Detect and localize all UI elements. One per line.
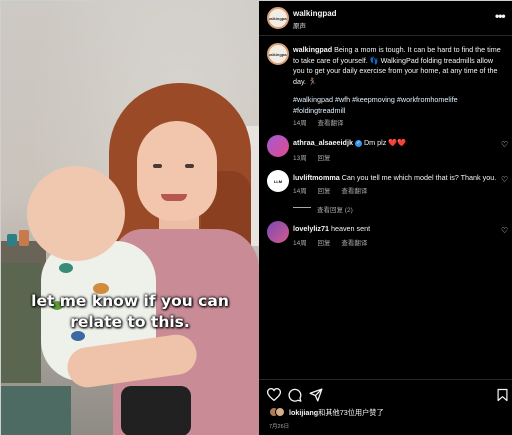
comment-meta: 14周 回复 查看翻译 <box>293 185 376 195</box>
heart-icon[interactable] <box>267 388 281 401</box>
comment: lovelyliz71 heaven sent <box>293 224 370 234</box>
video-caption: let me know if you can relate to this. <box>1 291 259 333</box>
bookmark-icon[interactable] <box>497 388 508 402</box>
liker-avatars <box>269 407 287 418</box>
author-avatar[interactable]: walkingpad <box>267 7 289 29</box>
see-translation-link[interactable]: 查看翻译 <box>341 240 367 247</box>
share-icon[interactable] <box>309 388 323 402</box>
comment-heart-icon[interactable]: ♡ <box>501 140 508 149</box>
comment-meta: 13周 回复 <box>293 152 340 162</box>
comment-text: heaven sent <box>330 224 371 233</box>
caption-line: relate to this. <box>70 313 190 331</box>
likes-summary: lokijiang和其他73位用户赞了 <box>269 407 384 418</box>
comment-time[interactable]: 14周 <box>293 240 307 247</box>
audio-label[interactable]: 原声 <box>293 20 306 30</box>
liker-username[interactable]: lokijiang <box>289 408 318 417</box>
see-translation-link[interactable]: 查看翻译 <box>341 188 367 195</box>
reply-button[interactable]: 回复 <box>318 240 331 247</box>
reply-button[interactable]: 回复 <box>318 188 331 195</box>
action-bar: lokijiang和其他73位用户赞了 7月26日 <box>259 379 512 435</box>
caption-author[interactable]: walkingpad <box>293 45 332 54</box>
comment-icon[interactable] <box>288 388 302 402</box>
avatar-logo-text: walkingpad <box>267 15 289 21</box>
comment-time[interactable]: 14周 <box>293 188 307 195</box>
post-hashtags[interactable]: #walkingpad #wfh #keepmoving #workfromho… <box>293 95 503 116</box>
comment-text: Can you tell me which model that is? Tha… <box>341 173 497 182</box>
commenter-avatar[interactable]: LLM <box>267 170 289 192</box>
comment-heart-icon[interactable]: ♡ <box>501 175 508 184</box>
comment: athraa_alsaeeidjk ✓ Dm plz ❤️❤️ <box>293 138 406 148</box>
video-player[interactable]: let me know if you can relate to this. <box>1 1 259 435</box>
commenter-avatar[interactable] <box>267 221 289 243</box>
comment-username[interactable]: lovelyliz71 <box>293 224 329 233</box>
woman-face <box>137 121 217 221</box>
avatar-logo-text: walkingpad <box>267 51 289 57</box>
reply-button[interactable]: 回复 <box>318 155 331 162</box>
comment-time[interactable]: 13周 <box>293 155 307 162</box>
post-caption: walkingpad Being a mom is tough. It can … <box>293 45 503 87</box>
more-icon[interactable]: ••• <box>495 9 506 23</box>
baby-head <box>27 166 125 261</box>
post-details: walkingpad walkingpad 原声 ••• walkingpad … <box>259 1 512 435</box>
author-username[interactable]: walkingpad <box>293 9 337 18</box>
comment-heart-icon[interactable]: ♡ <box>501 226 508 235</box>
commenter-avatar[interactable] <box>267 135 289 157</box>
post-date[interactable]: 7月26日 <box>269 422 289 430</box>
see-translation-link[interactable]: 查看翻译 <box>318 120 344 127</box>
verified-badge-icon: ✓ <box>354 139 362 147</box>
caption-line: let me know if you can <box>31 292 229 310</box>
view-replies-button[interactable]: 查看回复 (2) <box>317 204 353 214</box>
likes-count-text[interactable]: 和其他73位用户赞了 <box>318 408 384 417</box>
post-modal: let me know if you can relate to this. w… <box>0 0 512 435</box>
caption-meta: 14周 查看翻译 <box>293 117 353 127</box>
author-avatar-caption[interactable]: walkingpad <box>267 43 289 65</box>
comment: luvliftmomma Can you tell me which model… <box>293 173 496 183</box>
caption-time[interactable]: 14周 <box>293 120 307 127</box>
avatar <box>275 407 285 418</box>
comment-username[interactable]: luvliftmomma <box>293 173 340 182</box>
comment-username[interactable]: athraa_alsaeeidjk <box>293 138 353 147</box>
comment-meta: 14周 回复 查看翻译 <box>293 237 376 247</box>
comment-text: Dm plz ❤️❤️ <box>363 138 407 147</box>
